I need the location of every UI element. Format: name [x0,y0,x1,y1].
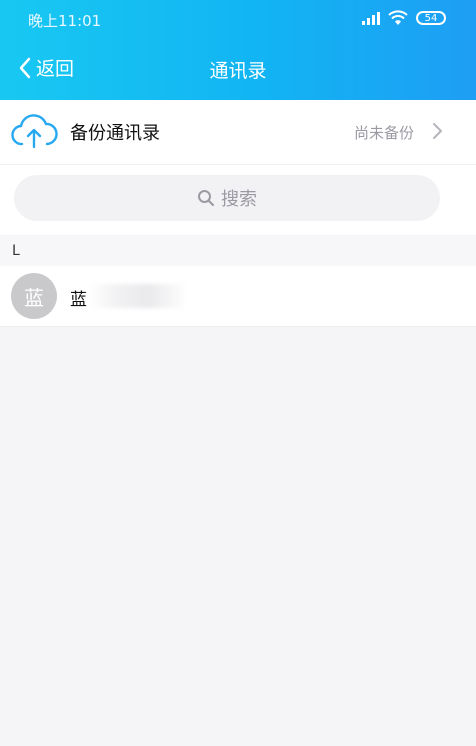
wifi-icon [388,10,408,25]
avatar: 蓝 [11,273,57,319]
search-placeholder: 搜索 [221,189,257,210]
battery-level: 54 [424,12,438,24]
status-icons: 54 [362,10,446,26]
status-time: 晚上11:01 [28,12,102,30]
search-input[interactable]: 搜索 [14,175,440,221]
battery-icon: 54 [416,11,446,25]
page-title: 通讯录 [209,60,267,82]
blurred-name-region [88,284,188,308]
section-letter: L [12,243,20,259]
backup-status: 尚未备份 [353,124,414,142]
backup-label: 备份通讯录 [70,123,160,144]
backup-contacts-row[interactable]: 备份通讯录 尚未备份 [0,100,476,165]
signal-icon [362,12,380,25]
contact-name: 蓝 [70,290,87,310]
chevron-right-icon [433,123,442,139]
avatar-text: 蓝 [24,285,44,310]
search-icon [198,190,214,206]
nav-bar: 返回 通讯录 [0,38,476,100]
cloud-upload-icon [11,114,58,149]
search-area: 搜索 [0,165,476,235]
status-bar: 晚上11:01 54 [0,0,476,38]
contact-row[interactable]: 蓝 蓝 [0,266,476,327]
app-header: 晚上11:01 54 返回 通讯录 [0,0,476,100]
section-header: L [0,236,476,266]
